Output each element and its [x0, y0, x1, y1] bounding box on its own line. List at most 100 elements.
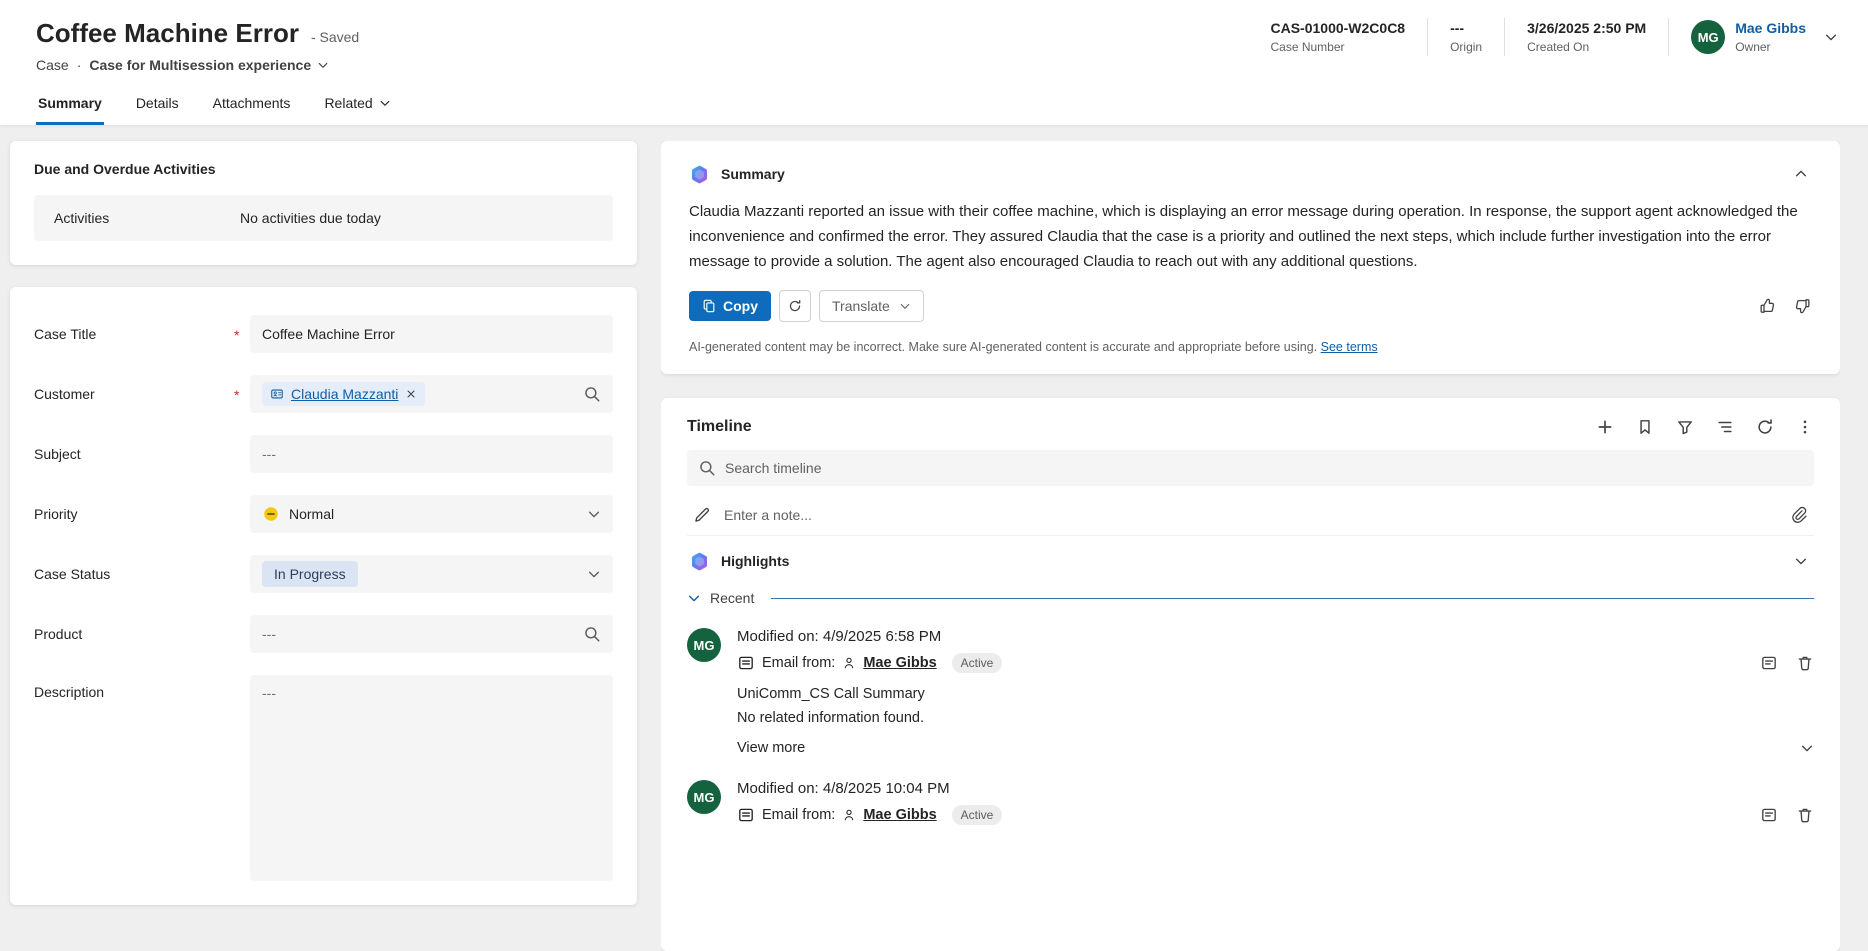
case-number-stat: CAS-01000-W2C0C8 Case Number: [1248, 18, 1427, 56]
priority-normal-icon: [262, 505, 280, 523]
copy-button[interactable]: Copy: [689, 291, 771, 321]
case-title-value: Coffee Machine Error: [262, 326, 395, 342]
entry-avatar: MG: [687, 780, 721, 814]
description-label: Description: [34, 684, 234, 700]
note-input[interactable]: [724, 507, 1777, 523]
refresh-icon[interactable]: [1756, 418, 1774, 436]
open-record-icon[interactable]: [1760, 806, 1778, 824]
status-badge: Active: [952, 805, 1003, 825]
recent-label: Recent: [710, 590, 754, 606]
bookmark-icon[interactable]: [1636, 418, 1654, 436]
field-case-title: Case Title * Coffee Machine Error: [34, 315, 613, 353]
recent-group-header[interactable]: Recent: [687, 590, 1814, 606]
breadcrumb: Case · Case for Multisession experience: [36, 57, 1838, 73]
entry-body-line: No related information found.: [737, 708, 1814, 728]
chevron-down-icon[interactable]: [1800, 741, 1814, 755]
tab-attachments[interactable]: Attachments: [211, 87, 293, 125]
timeline-search-input[interactable]: [725, 460, 1803, 476]
summary-card-title: Summary: [721, 166, 785, 182]
form-selector[interactable]: Case for Multisession experience: [89, 57, 329, 73]
copilot-icon: [689, 551, 710, 572]
entry-modified-on: Modified on: 4/9/2025 6:58 PM: [737, 628, 1814, 645]
right-column: Summary Claudia Mazzanti reported an iss…: [661, 141, 1840, 951]
entry-type-label: Email from:: [762, 807, 835, 823]
product-value: ---: [262, 626, 276, 642]
ai-disclaimer: AI-generated content may be incorrect. M…: [689, 340, 1812, 354]
note-composer[interactable]: [687, 494, 1814, 536]
origin-stat: --- Origin: [1428, 18, 1504, 56]
required-asterisk: *: [234, 327, 250, 343]
description-input[interactable]: ---: [250, 675, 613, 881]
highlights-section-header[interactable]: Highlights: [687, 546, 1814, 576]
more-options-icon[interactable]: [1796, 418, 1814, 436]
priority-dropdown[interactable]: Normal: [250, 495, 613, 533]
email-activity-icon: [737, 806, 755, 824]
field-customer: Customer * Claudia Mazzanti: [34, 375, 613, 413]
timeline-title: Timeline: [687, 418, 752, 436]
timeline-search[interactable]: [687, 450, 1814, 486]
entity-label: Case: [36, 57, 69, 73]
tab-summary[interactable]: Summary: [36, 87, 104, 125]
search-icon[interactable]: [583, 385, 601, 403]
regenerate-button[interactable]: [779, 290, 811, 322]
case-status-label: Case Status: [34, 566, 234, 582]
paperclip-icon[interactable]: [1790, 506, 1808, 524]
remove-customer-icon[interactable]: [405, 388, 417, 400]
activities-label: Activities: [54, 210, 240, 226]
copilot-icon: [689, 164, 710, 185]
thumbs-down-icon[interactable]: [1794, 297, 1812, 315]
entry-type-label: Email from:: [762, 655, 835, 671]
chevron-down-icon[interactable]: [587, 567, 601, 581]
collapse-summary-icon[interactable]: [1790, 163, 1812, 185]
created-on-stat: 3/26/2025 2:50 PM Created On: [1505, 18, 1668, 56]
origin-label: Origin: [1450, 40, 1482, 54]
email-activity-icon: [737, 654, 755, 672]
view-more-link[interactable]: View more: [737, 740, 805, 756]
priority-label: Priority: [34, 506, 234, 522]
translate-button[interactable]: Translate: [819, 290, 924, 322]
activities-value: No activities due today: [240, 210, 381, 226]
subject-label: Subject: [34, 446, 234, 462]
field-description: Description ---: [34, 675, 613, 881]
tab-bar: Summary Details Attachments Related: [36, 87, 1838, 125]
entry-sender-link[interactable]: Mae Gibbs: [863, 807, 936, 823]
entry-sender-link[interactable]: Mae Gibbs: [863, 655, 936, 671]
regenerate-icon: [788, 299, 802, 313]
customer-lookup[interactable]: Claudia Mazzanti: [250, 375, 613, 413]
created-on-label: Created On: [1527, 40, 1646, 54]
description-value: ---: [262, 685, 276, 701]
search-icon[interactable]: [583, 625, 601, 643]
pencil-icon: [693, 506, 711, 524]
entry-modified-on: Modified on: 4/8/2025 10:04 PM: [737, 780, 1814, 797]
priority-value: Normal: [289, 506, 334, 522]
owner-name-link[interactable]: Mae Gibbs: [1735, 20, 1806, 36]
chevron-down-icon[interactable]: [587, 507, 601, 521]
chevron-down-icon[interactable]: [1790, 550, 1812, 572]
see-terms-link[interactable]: See terms: [1321, 340, 1378, 354]
chevron-down-icon[interactable]: [687, 591, 701, 605]
thumbs-up-icon[interactable]: [1758, 297, 1776, 315]
subject-input[interactable]: ---: [250, 435, 613, 473]
required-asterisk: *: [234, 387, 250, 403]
delete-icon[interactable]: [1796, 806, 1814, 824]
subject-value: ---: [262, 446, 276, 462]
case-title-input[interactable]: Coffee Machine Error: [250, 315, 613, 353]
open-record-icon[interactable]: [1760, 654, 1778, 672]
activities-row[interactable]: Activities No activities due today: [34, 195, 613, 241]
delete-icon[interactable]: [1796, 654, 1814, 672]
expand-records-icon[interactable]: [1716, 418, 1734, 436]
case-status-dropdown[interactable]: In Progress: [250, 555, 613, 593]
product-lookup[interactable]: ---: [250, 615, 613, 653]
owner-stat[interactable]: MG Mae Gibbs Owner: [1669, 18, 1820, 56]
add-record-icon[interactable]: [1596, 418, 1614, 436]
page-title: Coffee Machine Error: [36, 18, 299, 49]
ai-summary-text: Claudia Mazzanti reported an issue with …: [689, 199, 1812, 274]
header-expand-chevron[interactable]: [1820, 26, 1842, 48]
tab-related[interactable]: Related: [322, 87, 392, 125]
field-subject: Subject ---: [34, 435, 613, 473]
origin-value: ---: [1450, 20, 1482, 36]
filter-icon[interactable]: [1676, 418, 1694, 436]
customer-link[interactable]: Claudia Mazzanti: [291, 386, 398, 402]
breadcrumb-separator: ·: [77, 57, 82, 73]
tab-details[interactable]: Details: [134, 87, 181, 125]
